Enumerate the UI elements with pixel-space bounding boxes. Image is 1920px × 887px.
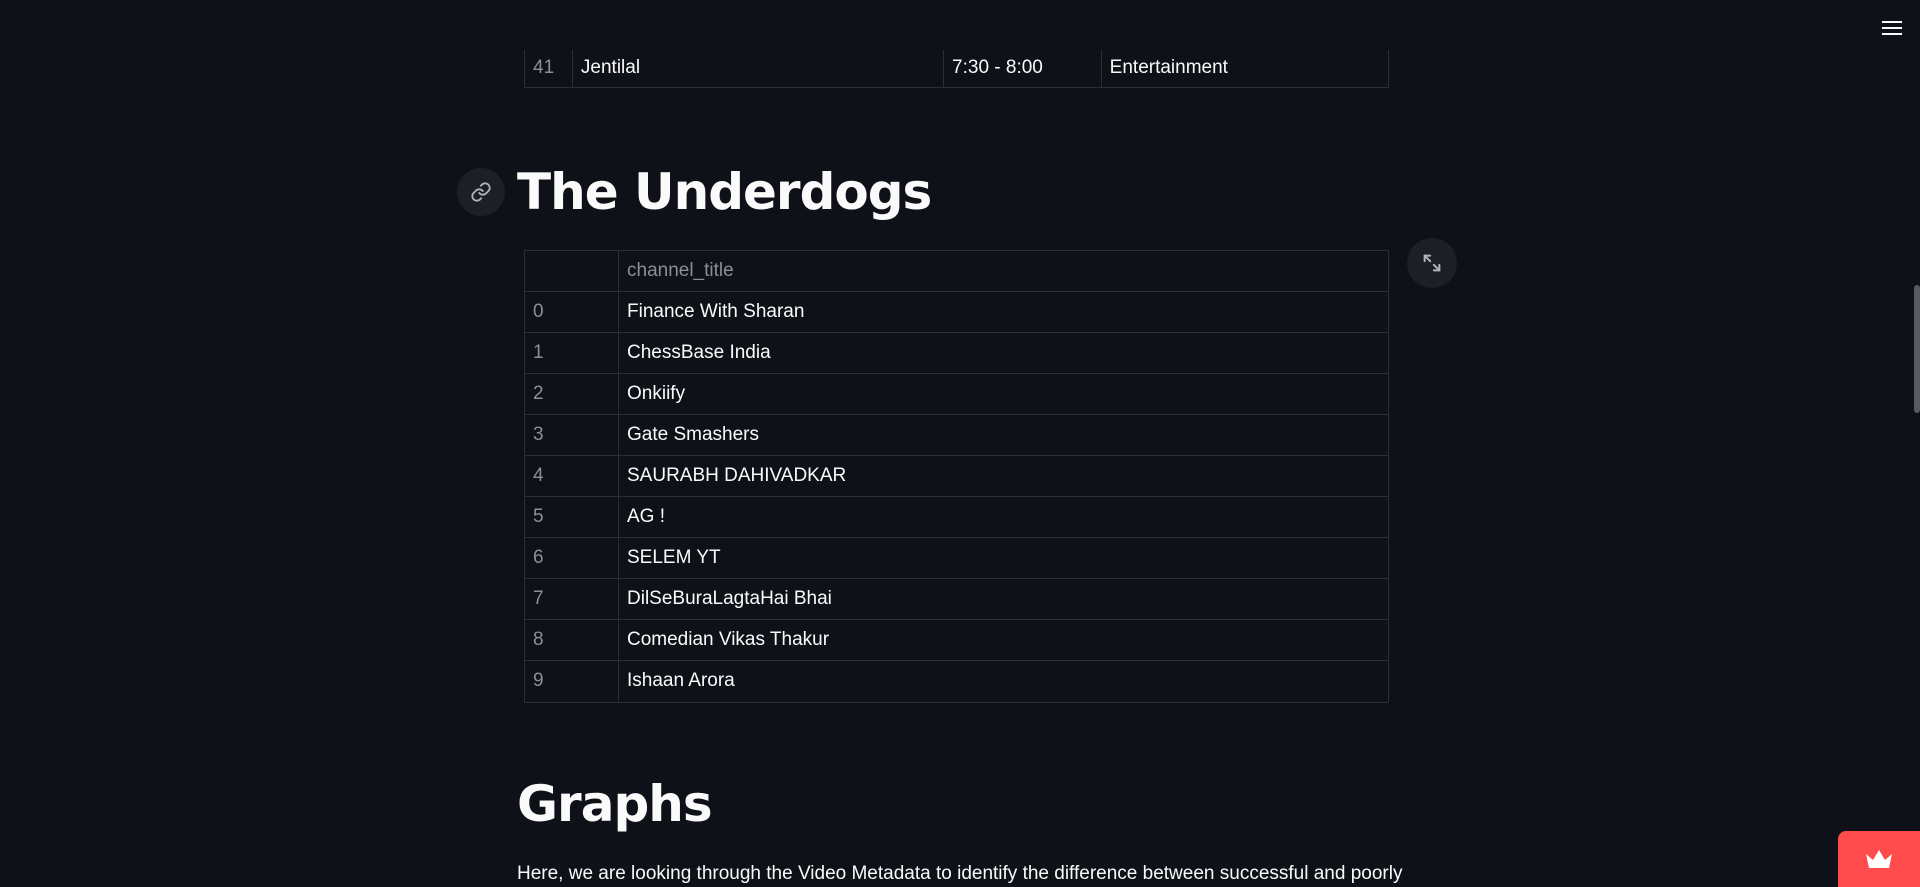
cell[interactable]: SELEM YT [619,538,1388,578]
cell[interactable]: DilSeBuraLagtaHai Bhai [619,579,1388,619]
crown-icon[interactable] [1838,831,1920,887]
intro-paragraph: Here, we are looking through the Video M… [517,863,1403,884]
dataframe-table[interactable]: channel_title 0 Finance With Sharan 1 Ch… [524,250,1389,703]
cell[interactable]: Comedian Vikas Thakur [619,620,1388,660]
table-row: 8 Comedian Vikas Thakur [525,620,1388,661]
section-title-underdogs: The Underdogs [517,163,932,221]
cell[interactable]: Finance With Sharan [619,292,1388,332]
hamburger-menu-icon[interactable] [1880,16,1904,40]
row-index: 0 [525,292,619,332]
scrollbar-thumb[interactable] [1914,285,1920,413]
cell: Entertainment [1109,57,1228,78]
table-row: 4 SAURABH DAHIVADKAR [525,456,1388,497]
table-row: 3 Gate Smashers [525,415,1388,456]
cell[interactable]: Onkiify [619,374,1388,414]
row-index: 1 [525,333,619,373]
cell[interactable]: ChessBase India [619,333,1388,373]
row-index: 6 [525,538,619,578]
cell: Jentilal [573,50,945,87]
table-row: 1 ChessBase India [525,333,1388,374]
index-header [525,251,619,291]
cell[interactable]: AG ! [619,497,1388,537]
row-index: 41 [525,50,573,87]
row-index: 7 [525,579,619,619]
section-title-graphs: Graphs [517,775,713,833]
row-index: 9 [525,661,619,702]
previous-table-row: 41 Jentilal 7:30 - 8:00 Entertainment [524,50,1389,88]
row-index: 4 [525,456,619,496]
cell[interactable]: SAURABH DAHIVADKAR [619,456,1388,496]
table-header-row: channel_title [525,251,1388,292]
fullscreen-expand-icon[interactable] [1407,238,1457,288]
table-row: 2 Onkiify [525,374,1388,415]
column-header[interactable]: channel_title [619,251,1388,291]
row-index: 8 [525,620,619,660]
table-row: 7 DilSeBuraLagtaHai Bhai [525,579,1388,620]
row-index: 3 [525,415,619,455]
link-icon[interactable] [457,168,505,216]
table-row: 0 Finance With Sharan [525,292,1388,333]
cell[interactable]: Ishaan Arora [619,661,1388,702]
cell[interactable]: Gate Smashers [619,415,1388,455]
table-row: 5 AG ! [525,497,1388,538]
table-row: 9 Ishaan Arora [525,661,1388,702]
row-index: 5 [525,497,619,537]
cell: 7:30 - 8:00 [944,50,1102,87]
app-page: 41 Jentilal 7:30 - 8:00 Entertainment Th… [0,0,1920,887]
row-index: 2 [525,374,619,414]
table-row: 6 SELEM YT [525,538,1388,579]
